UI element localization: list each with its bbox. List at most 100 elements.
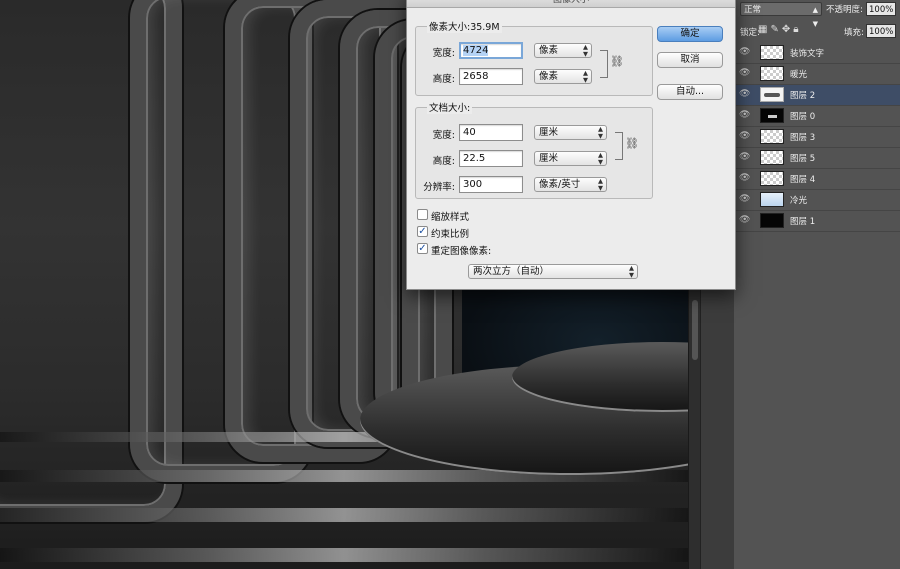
layer-row[interactable]: 👁︎ 图层 5 (734, 148, 900, 169)
chain-link-icon: ⛓︎ (625, 137, 639, 150)
resample-label: 重定图像像素: (431, 246, 492, 257)
pixel-height-input[interactable]: 2658 (459, 68, 523, 85)
pixel-width-unit-select[interactable]: 像素 ▲ ▼ (534, 43, 592, 58)
image-size-dialog: 图像大小 像素大小:35.9M 宽度: 4724 像素 ▲ ▼ 高度: 2658 … (406, 0, 736, 290)
doc-height-label: 高度: (432, 156, 455, 167)
updown-arrow-icon: ▲ ▼ (583, 69, 588, 84)
floor-reflection (0, 548, 688, 562)
visibility-eye-icon[interactable]: 👁︎ (739, 194, 751, 204)
blend-mode-select[interactable]: 正常 ▲ ▼ (740, 2, 822, 28)
doc-link-bracket (615, 132, 623, 160)
layers-panel: 正常 ▲ ▼ 不透明度: 100% 锁定: ▦✎✥🔒︎ 填充: 100% 👁︎ 装饰… (734, 0, 900, 569)
pixel-height-unit: 像素 (539, 71, 559, 82)
layer-name: 冷光 (790, 196, 808, 206)
blend-mode-value: 正常 (744, 5, 762, 15)
ok-button[interactable]: 确定 (657, 26, 723, 42)
resolution-unit-select[interactable]: 像素/英寸 ▲ ▼ (534, 177, 607, 192)
cancel-button[interactable]: 取消 (657, 52, 723, 68)
doc-width-label: 宽度: (432, 130, 455, 141)
pixel-width-label: 宽度: (432, 48, 455, 59)
resolution-label: 分辨率: (423, 182, 455, 193)
layer-row[interactable]: 👁︎ 图层 3 (734, 127, 900, 148)
resample-method-select[interactable]: 两次立方（自动） ▲ ▼ (468, 264, 638, 279)
pixel-link-bracket (600, 50, 608, 78)
layer-thumbnail (760, 150, 784, 165)
auto-button[interactable]: 自动... (657, 84, 723, 100)
dialog-title: 图像大小 (407, 0, 735, 8)
visibility-eye-icon[interactable]: 👁︎ (739, 89, 751, 99)
updown-arrow-icon: ▲ ▼ (629, 264, 634, 279)
layer-row[interactable]: 👁︎ 图层 2 (734, 85, 900, 106)
layer-row[interactable]: 👁︎ 图层 4 (734, 169, 900, 190)
document-size-header: 文档大小: (427, 100, 473, 114)
constrain-proportions-checkbox[interactable]: ✓ (417, 226, 428, 237)
scrollbar-thumb[interactable] (692, 300, 698, 360)
pixel-height-unit-select[interactable]: 像素 ▲ ▼ (534, 69, 592, 84)
visibility-eye-icon[interactable]: 👁︎ (739, 47, 751, 57)
layer-thumbnail (760, 171, 784, 186)
doc-height-unit: 厘米 (539, 153, 559, 164)
visibility-eye-icon[interactable]: 👁︎ (739, 110, 751, 120)
layer-name: 图层 5 (790, 154, 816, 164)
layer-row[interactable]: 👁︎ 装饰文字 (734, 43, 900, 64)
layer-row[interactable]: 👁︎ 图层 0 (734, 106, 900, 127)
lock-toolbar: 锁定: ▦✎✥🔒︎ 填充: 100% (738, 24, 900, 40)
scale-styles-checkbox[interactable] (417, 209, 428, 220)
visibility-eye-icon[interactable]: 👁︎ (739, 68, 751, 78)
layer-row[interactable]: 👁︎ 冷光 (734, 190, 900, 211)
layer-name: 图层 1 (790, 217, 816, 227)
pixel-width-value: 4724 (463, 45, 489, 56)
lock-options: ▦✎✥🔒︎ (758, 24, 802, 35)
chain-link-icon: ⛓︎ (610, 55, 624, 68)
layer-row[interactable]: 👁︎ 图层 1 (734, 211, 900, 232)
pixel-dimensions-header: 像素大小:35.9M (427, 19, 502, 33)
layer-name: 图层 4 (790, 175, 816, 185)
pixel-width-input[interactable]: 4724 (459, 42, 523, 59)
doc-width-unit: 厘米 (539, 127, 559, 138)
visibility-eye-icon[interactable]: 👁︎ (739, 131, 751, 141)
fill-input[interactable]: 100% (866, 24, 896, 38)
updown-arrow-icon: ▲ ▼ (583, 43, 588, 58)
updown-arrow-icon: ▲ ▼ (598, 125, 603, 140)
layer-thumbnail (760, 213, 784, 228)
visibility-eye-icon[interactable]: 👁︎ (739, 152, 751, 162)
layer-row[interactable]: 👁︎ 暖光 (734, 64, 900, 85)
layer-name: 暖光 (790, 70, 808, 80)
layer-thumbnail (760, 108, 784, 123)
resolution-input[interactable]: 300 (459, 176, 523, 193)
floor-reflection (0, 508, 688, 522)
doc-width-input[interactable]: 40 (459, 124, 523, 141)
layer-name: 装饰文字 (790, 49, 825, 59)
layer-thumbnail (760, 129, 784, 144)
doc-width-unit-select[interactable]: 厘米 ▲ ▼ (534, 125, 607, 140)
layer-list: 👁︎ 装饰文字 👁︎ 暖光 👁︎ 图层 2 👁︎ 图层 0 👁︎ 图层 3 👁︎ 图层 5 👁︎ 图层 4… (734, 43, 900, 232)
layer-thumbnail (760, 192, 784, 207)
layer-name: 图层 3 (790, 133, 816, 143)
resolution-unit: 像素/英寸 (539, 179, 581, 190)
updown-arrow-icon: ▲ ▼ (598, 151, 603, 166)
visibility-eye-icon[interactable]: 👁︎ (739, 215, 751, 225)
visibility-eye-icon[interactable]: 👁︎ (739, 173, 751, 183)
opacity-input[interactable]: 100% (866, 2, 896, 16)
lock-label: 锁定: (740, 28, 760, 38)
lock-position-icon[interactable]: ✥ (782, 24, 793, 35)
pixel-width-unit: 像素 (539, 45, 559, 56)
layer-thumbnail (760, 87, 784, 102)
lock-transparent-icon[interactable]: ▦ (758, 24, 770, 35)
layer-thumbnail (760, 45, 784, 60)
opacity-label: 不透明度: (826, 5, 863, 15)
fill-label: 填充: (844, 28, 864, 38)
resample-method-value: 两次立方（自动） (473, 266, 550, 277)
resample-checkbox[interactable]: ✓ (417, 243, 428, 254)
layers-toolbar: 正常 ▲ ▼ 不透明度: 100% (738, 2, 900, 28)
doc-height-input[interactable]: 22.5 (459, 150, 523, 167)
layer-name: 图层 0 (790, 112, 816, 122)
layer-thumbnail (760, 66, 784, 81)
lock-all-icon[interactable]: 🔒︎ (793, 24, 801, 35)
lock-paint-icon[interactable]: ✎ (770, 24, 781, 35)
scale-styles-label: 缩放样式 (431, 212, 470, 223)
updown-arrow-icon: ▲ ▼ (598, 177, 603, 192)
pixel-height-label: 高度: (432, 74, 455, 85)
doc-height-unit-select[interactable]: 厘米 ▲ ▼ (534, 151, 607, 166)
constrain-proportions-label: 约束比例 (431, 229, 470, 240)
